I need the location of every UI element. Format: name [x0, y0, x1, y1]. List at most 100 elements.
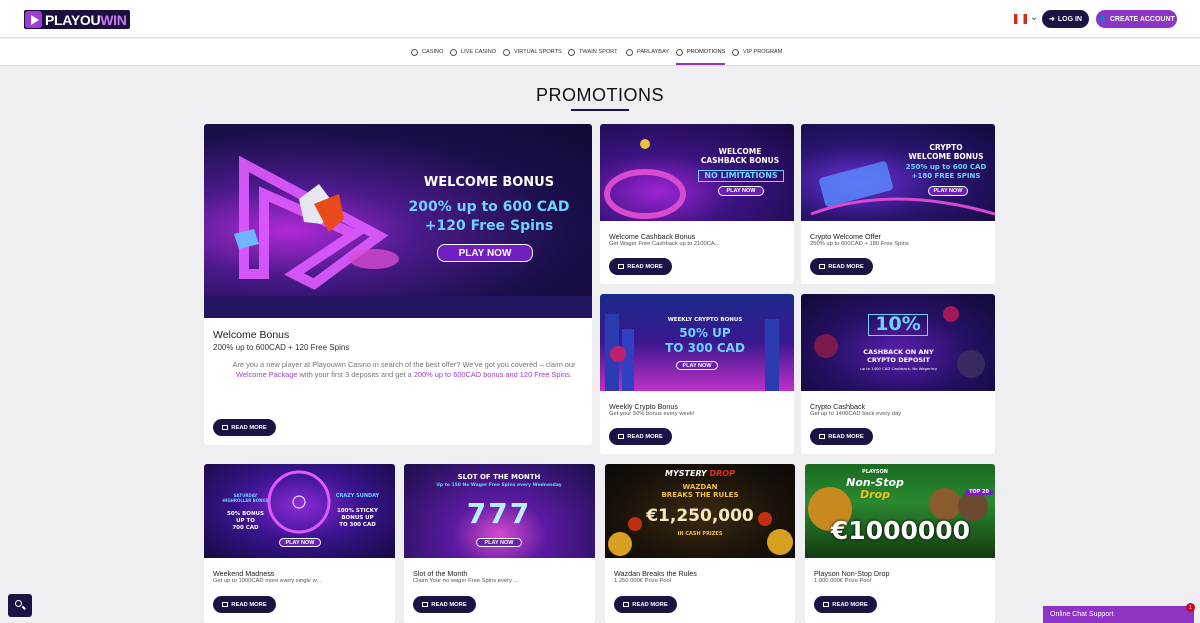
nav-item-parlaybay[interactable]: PARLAYBAY: [626, 47, 669, 57]
read-more-button[interactable]: READ MORE: [614, 596, 677, 613]
chevron-down-icon[interactable]: ⌄: [1030, 12, 1038, 23]
promo-banner[interactable]: WELCOME CASHBACK BONUS NO LIMITATIONS PL…: [600, 124, 794, 221]
promo-card-welcome-cashback: WELCOME CASHBACK BONUS NO LIMITATIONS PL…: [600, 124, 794, 284]
promo-card-slot-of-month: SLOT OF THE MONTH Up to 150 No Wager Fre…: [404, 464, 595, 623]
promo-card-crypto-cashback: 10% CASHBACK ON ANY CRYPTO DEPOSIT up to…: [801, 294, 995, 454]
promo-banner[interactable]: 10% CASHBACK ON ANY CRYPTO DEPOSIT up to…: [801, 294, 995, 391]
canada-flag-icon[interactable]: [1014, 14, 1027, 24]
nav-item-twain-sport[interactable]: TWAIN SPORT: [568, 47, 618, 57]
logo-text-1: PLAYOU: [45, 11, 101, 28]
gift-icon: [422, 602, 429, 607]
banner-play-now[interactable]: PLAY NOW: [676, 361, 718, 370]
banner-line-3: 777: [466, 497, 532, 530]
read-more-label: READ MORE: [231, 424, 267, 431]
promo-card-weekend-madness: SATURDAY HIGHROLLER BONUS 50% BONUS UP T…: [204, 464, 395, 623]
casino-icon: [411, 48, 418, 56]
read-more-button[interactable]: READ MORE: [810, 428, 873, 445]
card-subtitle: Claim Your no wager Free Spins every ...: [413, 578, 519, 584]
card-title: Weekly Crypto Bonus: [609, 402, 678, 411]
banner-line-2: Drop: [860, 488, 890, 501]
read-more-label: READ MORE: [632, 601, 668, 608]
promo-banner[interactable]: PLAYSON Non-Stop Drop €1000000 TOP 20: [805, 464, 995, 558]
desc-text-1: Are you a new player at Playouwin Casino…: [232, 360, 538, 369]
promo-banner[interactable]: WEEKLY CRYPTO BONUS 50% UP TO 300 CAD PL…: [600, 294, 794, 391]
site-logo[interactable]: PLAYOU WIN: [24, 10, 130, 29]
banner-line-1: Non-Stop: [846, 476, 904, 489]
nav-label: LIVE CASINO: [461, 49, 497, 55]
banner-line-4: €1,250,000: [646, 506, 754, 526]
banner-line-3: CRYPTO DEPOSIT: [867, 356, 930, 364]
banner-a-line-4: UP TO: [236, 518, 255, 524]
read-more-button[interactable]: READ MORE: [213, 419, 276, 436]
parlaybay-icon: [626, 48, 633, 56]
gift-icon: [618, 264, 625, 269]
read-more-button[interactable]: READ MORE: [609, 258, 672, 275]
banner-line-2: CASHBACK BONUS: [700, 156, 780, 165]
nav-item-casino[interactable]: CASINO: [411, 47, 443, 57]
read-more-label: READ MORE: [828, 263, 864, 270]
promo-banner[interactable]: SATURDAY HIGHROLLER BONUS 50% BONUS UP T…: [204, 464, 395, 558]
banner-b-line-1: CRAZY SUNDAY: [335, 493, 380, 499]
promo-card-welcome-bonus: WELCOME BONUS 200% up to 600 CAD +120 Fr…: [204, 124, 592, 445]
nav-item-virtual-sports[interactable]: VIRTUAL SPORTS: [503, 47, 562, 57]
banner-art: [814, 306, 985, 378]
read-more-button[interactable]: READ MORE: [810, 258, 873, 275]
nav-item-live-casino[interactable]: LIVE CASINO: [450, 47, 496, 57]
welcome-package-link[interactable]: Welcome Package: [236, 370, 297, 379]
nav-item-promotions[interactable]: PROMOTIONS: [676, 47, 725, 57]
read-more-button[interactable]: READ MORE: [413, 596, 476, 613]
banner-play-now[interactable]: PLAY NOW: [718, 186, 764, 196]
read-more-button[interactable]: READ MORE: [609, 428, 672, 445]
nav-active-indicator: [676, 63, 725, 65]
promo-banner[interactable]: MYSTERY DROP WAZDAN BREAKS THE RULES €1,…: [605, 464, 795, 558]
read-more-label: READ MORE: [832, 601, 868, 608]
login-button[interactable]: ➜ LOG IN: [1042, 10, 1089, 28]
promo-banner[interactable]: WELCOME BONUS 200% up to 600 CAD +120 Fr…: [204, 124, 592, 318]
banner-line-1: WELCOME: [718, 147, 762, 156]
online-chat-button[interactable]: Online Chat Support: [1043, 606, 1194, 623]
card-title: Playson Non-Stop Drop: [814, 569, 890, 578]
card-subtitle: 1.250.000€ Prize Pool: [614, 578, 672, 584]
free-spins-link[interactable]: and 120 Free Spins: [505, 370, 570, 379]
card-title: Weekend Madness: [213, 569, 275, 578]
banner-play-now[interactable]: PLAY NOW: [437, 244, 533, 262]
nav-label: TWAIN SPORT: [579, 49, 618, 55]
banner-line-2: Up to 150 No Wager Free Spins every Wedn…: [436, 483, 562, 488]
banner-line-2: WELCOME BONUS: [908, 152, 984, 161]
banner-line-1: CRYPTO: [929, 143, 963, 152]
banner-play-now[interactable]: PLAY NOW: [476, 538, 522, 547]
card-subtitle: 200% up to 600CAD + 120 Free Spins: [213, 343, 350, 352]
nav-item-vip-program[interactable]: VIP PROGRAM: [732, 47, 782, 57]
gift-icon: [819, 434, 826, 439]
read-more-label: READ MORE: [231, 601, 267, 608]
main-nav: CASINO LIVE CASINO VIRTUAL SPORTS TWAIN …: [0, 39, 1200, 66]
read-more-button[interactable]: READ MORE: [213, 596, 276, 613]
promo-banner[interactable]: SLOT OF THE MONTH Up to 150 No Wager Fre…: [404, 464, 595, 558]
read-more-label: READ MORE: [627, 263, 663, 270]
banner-a-line-5: 700 CAD: [232, 525, 259, 531]
banner-play-now[interactable]: PLAY NOW: [928, 186, 968, 196]
promo-card-playson: PLAYSON Non-Stop Drop €1000000 TOP 20 Pl…: [805, 464, 995, 623]
read-more-label: READ MORE: [828, 433, 864, 440]
banner-line-5: IN CASH PRIZES: [677, 531, 723, 537]
promo-banner[interactable]: CRYPTO WELCOME BONUS 250% up to 600 CAD …: [801, 124, 995, 221]
page-title: PROMOTIONS: [535, 85, 664, 105]
search-button[interactable]: [8, 594, 32, 617]
nav-label: CASINO: [422, 49, 444, 55]
nav-label: VIP PROGRAM: [743, 49, 783, 55]
card-title: Wazdan Breaks the Rules: [614, 569, 697, 578]
promo-card-wazdan: MYSTERY DROP WAZDAN BREAKS THE RULES €1,…: [605, 464, 795, 623]
banner-play-now[interactable]: PLAY NOW: [279, 538, 321, 547]
nav-label: PARLAYBAY: [637, 49, 670, 55]
banner-line-4: up to 1400 CAD Cashback, No Wagering: [860, 366, 937, 371]
bonus-link[interactable]: 200% up to 600CAD bonus: [414, 370, 504, 379]
create-account-button[interactable]: 👤 CREATE ACCOUNT: [1096, 10, 1177, 28]
banner-line-3: €1000000: [830, 516, 971, 545]
login-icon: ➜: [1049, 16, 1055, 23]
search-icon: [15, 600, 22, 607]
gift-icon: [222, 425, 229, 430]
banner-line-2: CASHBACK ON ANY: [863, 348, 934, 356]
chat-notification-badge: 1: [1186, 603, 1195, 612]
banner-line-2: 50% UP: [679, 326, 731, 340]
read-more-button[interactable]: READ MORE: [814, 596, 877, 613]
